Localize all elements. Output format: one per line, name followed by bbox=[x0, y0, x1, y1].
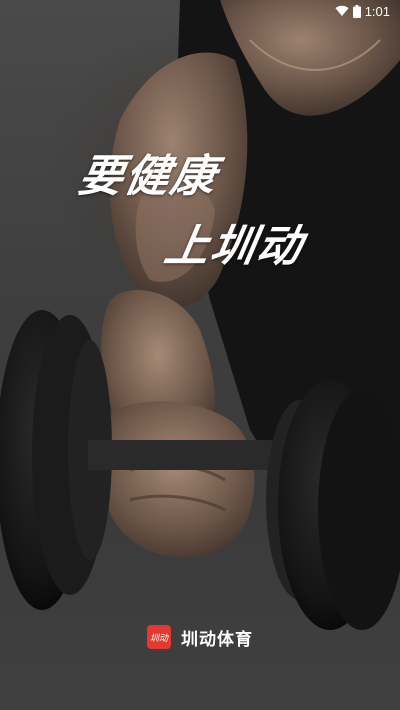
status-bar: 1:01 bbox=[0, 0, 400, 22]
brand-name: 圳动体育 bbox=[181, 629, 253, 650]
wifi-icon bbox=[335, 5, 349, 17]
status-time: 1:01 bbox=[364, 3, 390, 19]
slogan-line-1: 要健康 bbox=[74, 151, 222, 202]
slogan-line-2: 上圳动 bbox=[160, 221, 308, 272]
battery-icon bbox=[352, 4, 361, 18]
splash-screen: 1:01 要健康 上圳动 圳动 圳动体育 bbox=[0, 0, 400, 710]
brand-footer: 圳动 圳动体育 bbox=[0, 622, 400, 652]
app-logo-text: 圳动 bbox=[150, 633, 169, 644]
app-logo-icon: 圳动 bbox=[147, 625, 171, 649]
hero-illustration bbox=[0, 0, 400, 630]
